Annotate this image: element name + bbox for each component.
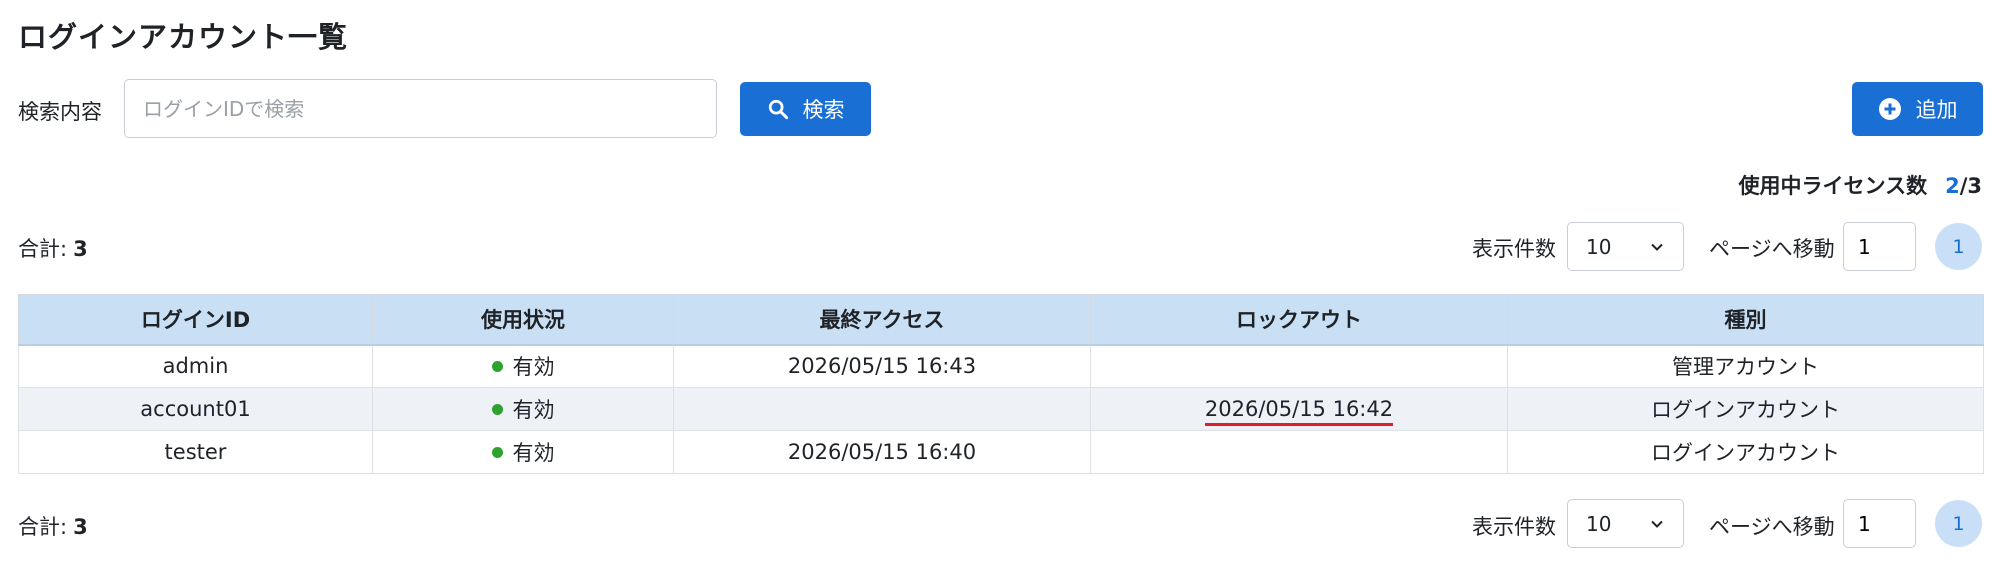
status-dot-icon <box>491 447 503 458</box>
status-dot-icon <box>491 404 503 415</box>
total-count-bottom: 合計: 3 <box>18 511 88 541</box>
cell-login-id: tester <box>18 430 373 474</box>
table-row[interactable]: account01 有効 2026/05/15 16:42 ログインアカウント <box>18 387 1984 431</box>
cell-login-id: account01 <box>18 387 373 431</box>
add-button[interactable]: 追加 <box>1852 82 1983 136</box>
page-button-current[interactable]: 1 <box>1935 223 1982 270</box>
cell-type: 管理アカウント <box>1507 344 1984 388</box>
license-total: /3 <box>1959 174 1982 198</box>
plus-circle-icon <box>1878 97 1902 121</box>
goto-page-label-bottom: ページへ移動 <box>1709 515 1835 539</box>
status-dot-icon <box>491 361 503 373</box>
login-account-list-page: ログインアカウント一覧 検索内容 検索 追加 使用中ライセンス数 2/3 <box>0 0 2000 565</box>
chevron-down-icon <box>1649 239 1665 255</box>
license-used: 2 <box>1945 174 1960 198</box>
search-button-label: 検索 <box>802 98 845 122</box>
page-button-current-bottom[interactable]: 1 <box>1935 500 1982 547</box>
column-header-type[interactable]: 種別 <box>1507 294 1984 346</box>
table-row[interactable]: admin 有効 2026/05/15 16:43 管理アカウント <box>18 344 1984 388</box>
column-header-login-id[interactable]: ログインID <box>18 294 373 346</box>
table-row[interactable]: tester 有効 2026/05/15 16:40 ログインアカウント <box>18 430 1984 474</box>
per-page-value: 10 <box>1586 234 1612 259</box>
cell-last-access: 2026/05/15 16:43 <box>673 344 1091 388</box>
total-value: 3 <box>73 237 88 261</box>
account-table: ログインID 使用状況 最終アクセス ロックアウト 種別 admin 有効 20… <box>18 294 1984 474</box>
status-text: 有効 <box>512 398 555 422</box>
goto-page-input[interactable] <box>1843 222 1916 271</box>
search-button[interactable]: 検索 <box>740 82 871 136</box>
column-header-status[interactable]: 使用状況 <box>372 294 674 346</box>
goto-page-input-bottom[interactable] <box>1843 499 1916 548</box>
search-icon <box>767 98 789 120</box>
status-text: 有効 <box>512 355 555 380</box>
per-page-value: 10 <box>1586 511 1612 536</box>
table-header-row: ログインID 使用状況 最終アクセス ロックアウト 種別 <box>18 294 1984 346</box>
column-header-last-access[interactable]: 最終アクセス <box>673 294 1091 346</box>
cell-lockout <box>1090 344 1508 388</box>
cell-status: 有効 <box>372 387 674 431</box>
per-page-label: 表示件数 <box>1472 237 1556 261</box>
cell-last-access: 2026/05/15 16:40 <box>673 430 1091 474</box>
chevron-down-icon <box>1649 516 1665 532</box>
license-usage: 使用中ライセンス数 2/3 <box>1738 170 1982 200</box>
cell-last-access <box>673 387 1091 431</box>
status-text: 有効 <box>512 441 555 465</box>
license-label: 使用中ライセンス数 <box>1738 174 1928 198</box>
total-value: 3 <box>73 515 88 539</box>
page-title: ログインアカウント一覧 <box>18 20 349 54</box>
total-count: 合計: 3 <box>18 233 88 263</box>
cell-lockout <box>1090 430 1508 474</box>
search-input[interactable] <box>124 79 717 138</box>
goto-page-label: ページへ移動 <box>1709 237 1835 261</box>
search-label: 検索内容 <box>18 100 102 124</box>
cell-login-id: admin <box>18 344 373 388</box>
cell-type: ログインアカウント <box>1507 430 1984 474</box>
lockout-time: 2026/05/15 16:42 <box>1204 397 1394 426</box>
per-page-select[interactable]: 10 <box>1567 222 1684 271</box>
column-header-lockout[interactable]: ロックアウト <box>1090 294 1508 346</box>
cell-lockout: 2026/05/15 16:42 <box>1090 387 1508 431</box>
cell-type: ログインアカウント <box>1507 387 1984 431</box>
cell-status: 有効 <box>372 344 674 388</box>
cell-status: 有効 <box>372 430 674 474</box>
add-button-label: 追加 <box>1915 98 1958 122</box>
per-page-select-bottom[interactable]: 10 <box>1567 499 1684 548</box>
total-label: 合計: <box>18 515 68 539</box>
total-label: 合計: <box>18 237 68 261</box>
per-page-label-bottom: 表示件数 <box>1472 515 1556 539</box>
